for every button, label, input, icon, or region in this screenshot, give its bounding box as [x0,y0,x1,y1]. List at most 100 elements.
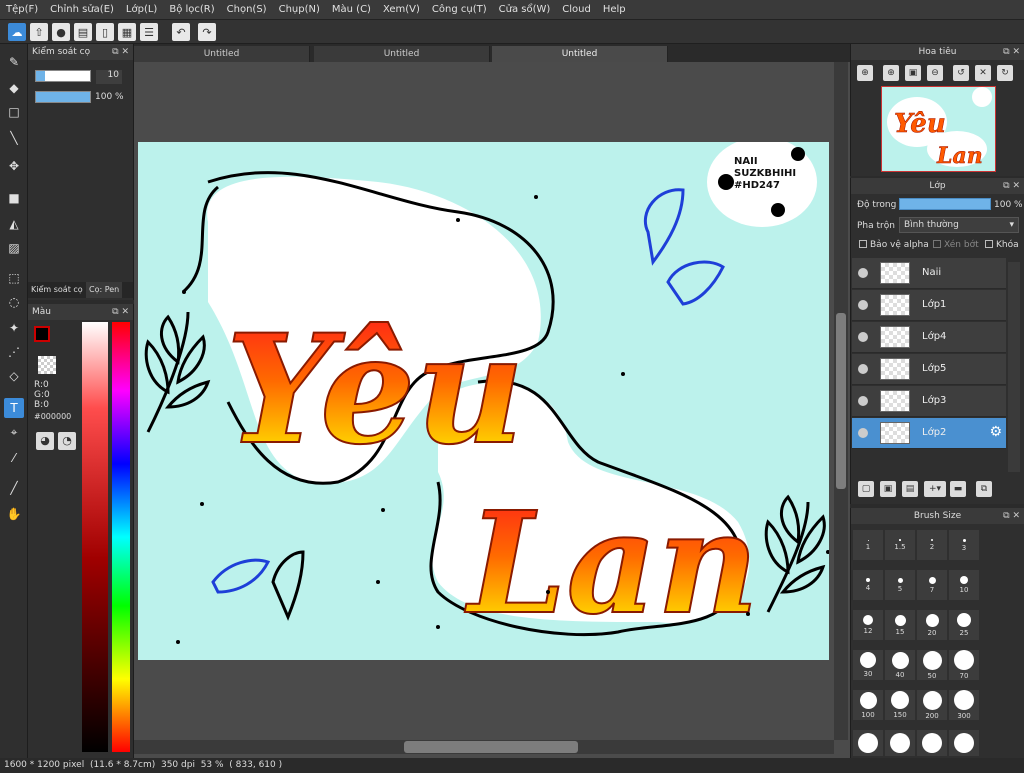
menu-help[interactable]: Help [597,4,632,15]
menu-layer[interactable]: Lớp(L) [120,4,163,15]
panel-close-icon[interactable]: ⧉ ✕ [112,304,129,320]
eye-icon[interactable] [858,268,868,278]
layer-list-scrollbar[interactable] [1008,262,1020,472]
list-icon[interactable]: ☰ [140,23,158,41]
transparent-color-swatch[interactable] [38,356,56,374]
select-rect-icon[interactable]: ⬚ [4,268,24,288]
vertical-scroll-thumb[interactable] [836,313,846,489]
brush-size-cell[interactable]: 5 [885,570,915,600]
brush-size-cell[interactable]: 4 [853,570,883,600]
panel-close-icon[interactable]: ⧉ ✕ [1003,508,1020,524]
brush-size-cell[interactable]: 1 [853,530,883,560]
brush-size-cell[interactable]: 30 [853,650,883,680]
panel-close-icon[interactable]: ⧉ ✕ [1003,44,1020,60]
zoom-in-icon[interactable]: ⊕ [883,65,899,81]
lock-checkbox[interactable]: Khóa [985,240,1019,250]
eraser-tool-icon[interactable]: ◆ [4,78,24,98]
text-tool-icon[interactable]: T [4,398,24,418]
magic-wand-icon[interactable]: ✦ [4,318,24,338]
comment-icon[interactable]: ▤ [74,23,92,41]
panel-close-icon[interactable]: ⧉ ✕ [1003,178,1020,194]
line-tool-icon[interactable]: ╲ [4,128,24,148]
layer-row[interactable]: Lớp4 [852,322,1006,353]
blend-mode-select[interactable]: Bình thường ▾ [899,217,1019,233]
menu-color[interactable]: Màu (C) [326,4,377,15]
layer-row-selected[interactable]: Lớp2 ⚙ [852,418,1006,449]
cloud-icon[interactable]: ☁ [8,23,26,41]
brush-size-cell[interactable]: 20 [917,610,947,640]
menu-view[interactable]: Xem(V) [377,4,426,15]
brush-size-cell[interactable]: 50 [917,650,947,680]
menu-select[interactable]: Chọn(S) [221,4,273,15]
brush-size-value[interactable]: 10 [96,70,122,84]
menu-window[interactable]: Cửa sổ(W) [493,4,557,15]
rotate-right-icon[interactable]: ↻ [997,65,1013,81]
rotate-left-icon[interactable]: ↺ [953,65,969,81]
reset-view-icon[interactable]: ✕ [975,65,991,81]
undo-arrow-icon[interactable]: ↶ [172,23,190,41]
new-layer-icon[interactable]: ▢ [858,481,874,497]
hue-slider[interactable] [112,322,130,752]
brush-size-cell[interactable] [917,730,947,756]
protect-alpha-checkbox[interactable]: Bảo vệ alpha [859,240,929,250]
eye-icon[interactable] [858,396,868,406]
brush-size-cell[interactable]: 12 [853,610,883,640]
eye-icon[interactable] [858,364,868,374]
menu-cloud[interactable]: Cloud [556,4,597,15]
fill-rect-tool-icon[interactable]: ■ [4,188,24,208]
foreground-color-swatch[interactable] [34,326,50,342]
shape-tool-icon[interactable]: □ [4,102,24,122]
fit-window-icon[interactable]: ▣ [905,65,921,81]
brush-size-cell[interactable]: 2 [917,530,947,560]
export-icon[interactable]: ⇧ [30,23,48,41]
redo-arrow-icon[interactable]: ↷ [198,23,216,41]
select-pen-icon[interactable]: ⋰ [4,342,24,362]
hand-tool-icon[interactable]: ✋ [4,504,24,524]
brush-tool-icon[interactable]: ✎ [4,52,24,72]
grid-icon[interactable]: ▦ [118,23,136,41]
eye-icon[interactable] [858,428,868,438]
clipping-checkbox[interactable]: Xén bớt [933,240,979,250]
tab-brush-pen[interactable]: Cọ: Pen [86,282,123,298]
brush-size-cell[interactable]: 200 [917,690,947,720]
drawing-canvas[interactable]: Yêu Lan NAII SUZKBHIHI #HD247 [138,142,829,660]
brush-size-cell[interactable]: 10 [949,570,979,600]
brush-size-cell[interactable] [885,730,915,756]
brush-size-cell[interactable]: 100 [853,690,883,720]
layer-row[interactable]: Lớp1 [852,290,1006,321]
folder-icon[interactable]: ▬ [950,481,966,497]
brush-size-slider[interactable] [35,70,91,82]
zoom-out-icon[interactable]: ⊖ [927,65,943,81]
new-text-layer-icon[interactable]: ▤ [902,481,918,497]
syringe-tool-icon[interactable]: ╱ [4,478,24,498]
new-half-tone-layer-icon[interactable]: ▣ [880,481,896,497]
select-eraser-icon[interactable]: ◇ [4,366,24,386]
document-tab[interactable]: Untitled [134,46,310,62]
horizontal-scroll-thumb[interactable] [404,741,578,753]
menu-capture[interactable]: Chụp(N) [273,4,326,15]
add-layer-dropdown-icon[interactable]: +▾ [924,481,946,497]
brush-size-cell[interactable]: 40 [885,650,915,680]
move-tool-icon[interactable]: ✥ [4,156,24,176]
palette-add-icon[interactable]: ◔ [58,432,76,450]
layer-row[interactable]: Naii [852,258,1006,289]
bucket-tool-icon[interactable]: ◭ [4,214,24,234]
brush-size-cell[interactable]: 300 [949,690,979,720]
eyedropper-tool-icon[interactable]: ⁄ [4,448,24,468]
lasso-tool-icon[interactable]: ◌ [4,292,24,312]
layer-row[interactable]: Lớp3 [852,386,1006,417]
operation-tool-icon[interactable]: ⌖ [4,422,24,442]
brush-size-cell[interactable]: 7 [917,570,947,600]
brush-size-cell[interactable] [949,730,979,756]
panel-close-icon[interactable]: ⧉ ✕ [112,44,129,60]
menu-tools[interactable]: Công cụ(T) [426,4,493,15]
brush-size-cell[interactable]: 25 [949,610,979,640]
layer-row[interactable]: Lớp5 [852,354,1006,385]
menu-file[interactable]: Tệp(F) [0,4,44,15]
eye-icon[interactable] [858,332,868,342]
gradient-tool-icon[interactable]: ▨ [4,238,24,258]
brush-size-cell[interactable]: 3 [949,530,979,560]
eye-icon[interactable] [858,300,868,310]
menu-filter[interactable]: Bộ lọc(R) [163,4,220,15]
document-icon[interactable]: ▯ [96,23,114,41]
